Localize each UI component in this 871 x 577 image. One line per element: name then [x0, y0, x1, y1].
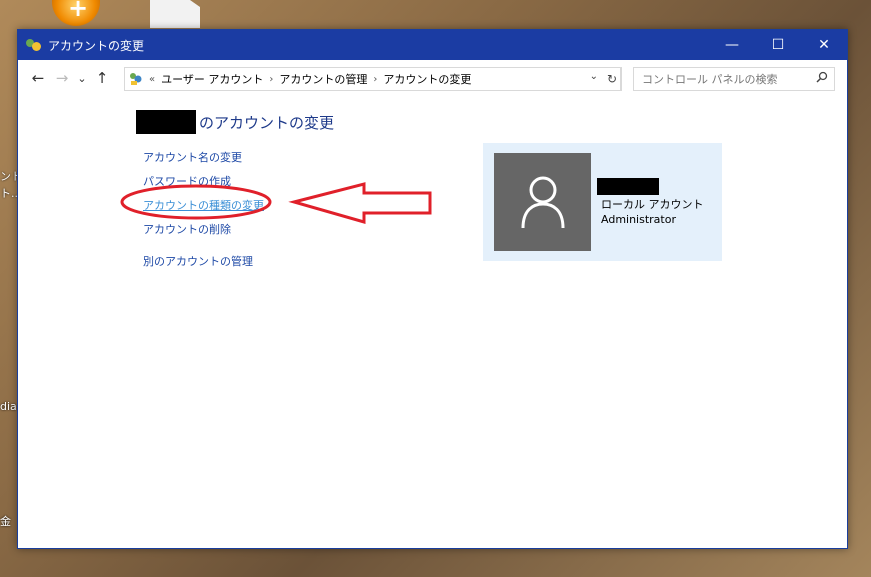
close-button[interactable]: ✕	[801, 30, 847, 60]
redacted-account-name	[597, 178, 659, 195]
back-button[interactable]: ←	[26, 66, 50, 90]
account-type: ローカル アカウント	[601, 198, 704, 211]
breadcrumb-change-account[interactable]: アカウントの変更	[383, 71, 471, 87]
task-links: アカウント名の変更 パスワードの作成 アカウントの種類の変更 アカウントの削除 …	[143, 149, 264, 277]
desktop-label: 金	[0, 515, 11, 528]
search-box[interactable]	[633, 67, 835, 91]
minimize-button[interactable]: —	[709, 30, 755, 60]
user-accounts-icon	[26, 37, 42, 53]
page-title: のアカウントの変更	[199, 113, 335, 132]
avatar	[494, 153, 591, 251]
control-panel-icon	[129, 72, 143, 86]
page-heading: のアカウントの変更	[136, 110, 334, 134]
account-role: Administrator	[601, 213, 676, 226]
breadcrumb-manage-accounts[interactable]: アカウントの管理	[279, 71, 367, 87]
window-title: アカウントの変更	[48, 38, 145, 53]
desktop-label: dia	[0, 400, 17, 413]
change-account-name-link[interactable]: アカウント名の変更	[143, 149, 264, 165]
recent-locations-button[interactable]: ⌄	[74, 66, 90, 90]
navigation-bar: ← → ⌄ ↑ « ユーザー アカウント › アカウントの管理 › アカウントの…	[18, 60, 847, 96]
address-bar[interactable]: « ユーザー アカウント › アカウントの管理 › アカウントの変更 ⌄	[124, 67, 621, 91]
user-icon	[521, 176, 564, 229]
chevron-down-icon[interactable]: ⌄	[590, 71, 598, 82]
title-bar[interactable]: アカウントの変更 — ☐ ✕	[18, 30, 847, 60]
delete-account-link[interactable]: アカウントの削除	[143, 221, 264, 237]
manage-another-account-link[interactable]: 別のアカウントの管理	[143, 253, 264, 269]
desktop-file-icon[interactable]	[150, 0, 200, 28]
breadcrumb-overflow[interactable]: «	[149, 74, 155, 85]
create-password-link[interactable]: パスワードの作成	[143, 173, 264, 189]
refresh-button[interactable]: ↻	[603, 67, 622, 91]
redacted-username	[136, 110, 196, 134]
chevron-right-icon[interactable]: ›	[373, 74, 377, 85]
chevron-right-icon[interactable]: ›	[269, 74, 273, 85]
account-card: ローカル アカウント Administrator	[483, 143, 722, 261]
annotation-arrow-icon	[288, 182, 432, 224]
up-button[interactable]: ↑	[90, 66, 114, 90]
search-input[interactable]	[640, 71, 814, 87]
control-panel-window: アカウントの変更 — ☐ ✕ ← → ⌄ ↑ « ユーザー アカウント › アカ…	[17, 29, 848, 549]
desktop-app-icon[interactable]	[52, 0, 100, 26]
forward-button[interactable]: →	[50, 66, 74, 90]
change-account-type-link[interactable]: アカウントの種類の変更	[143, 197, 264, 213]
search-icon[interactable]	[816, 71, 828, 83]
maximize-button[interactable]: ☐	[755, 30, 801, 60]
breadcrumb-user-accounts[interactable]: ユーザー アカウント	[161, 71, 263, 87]
